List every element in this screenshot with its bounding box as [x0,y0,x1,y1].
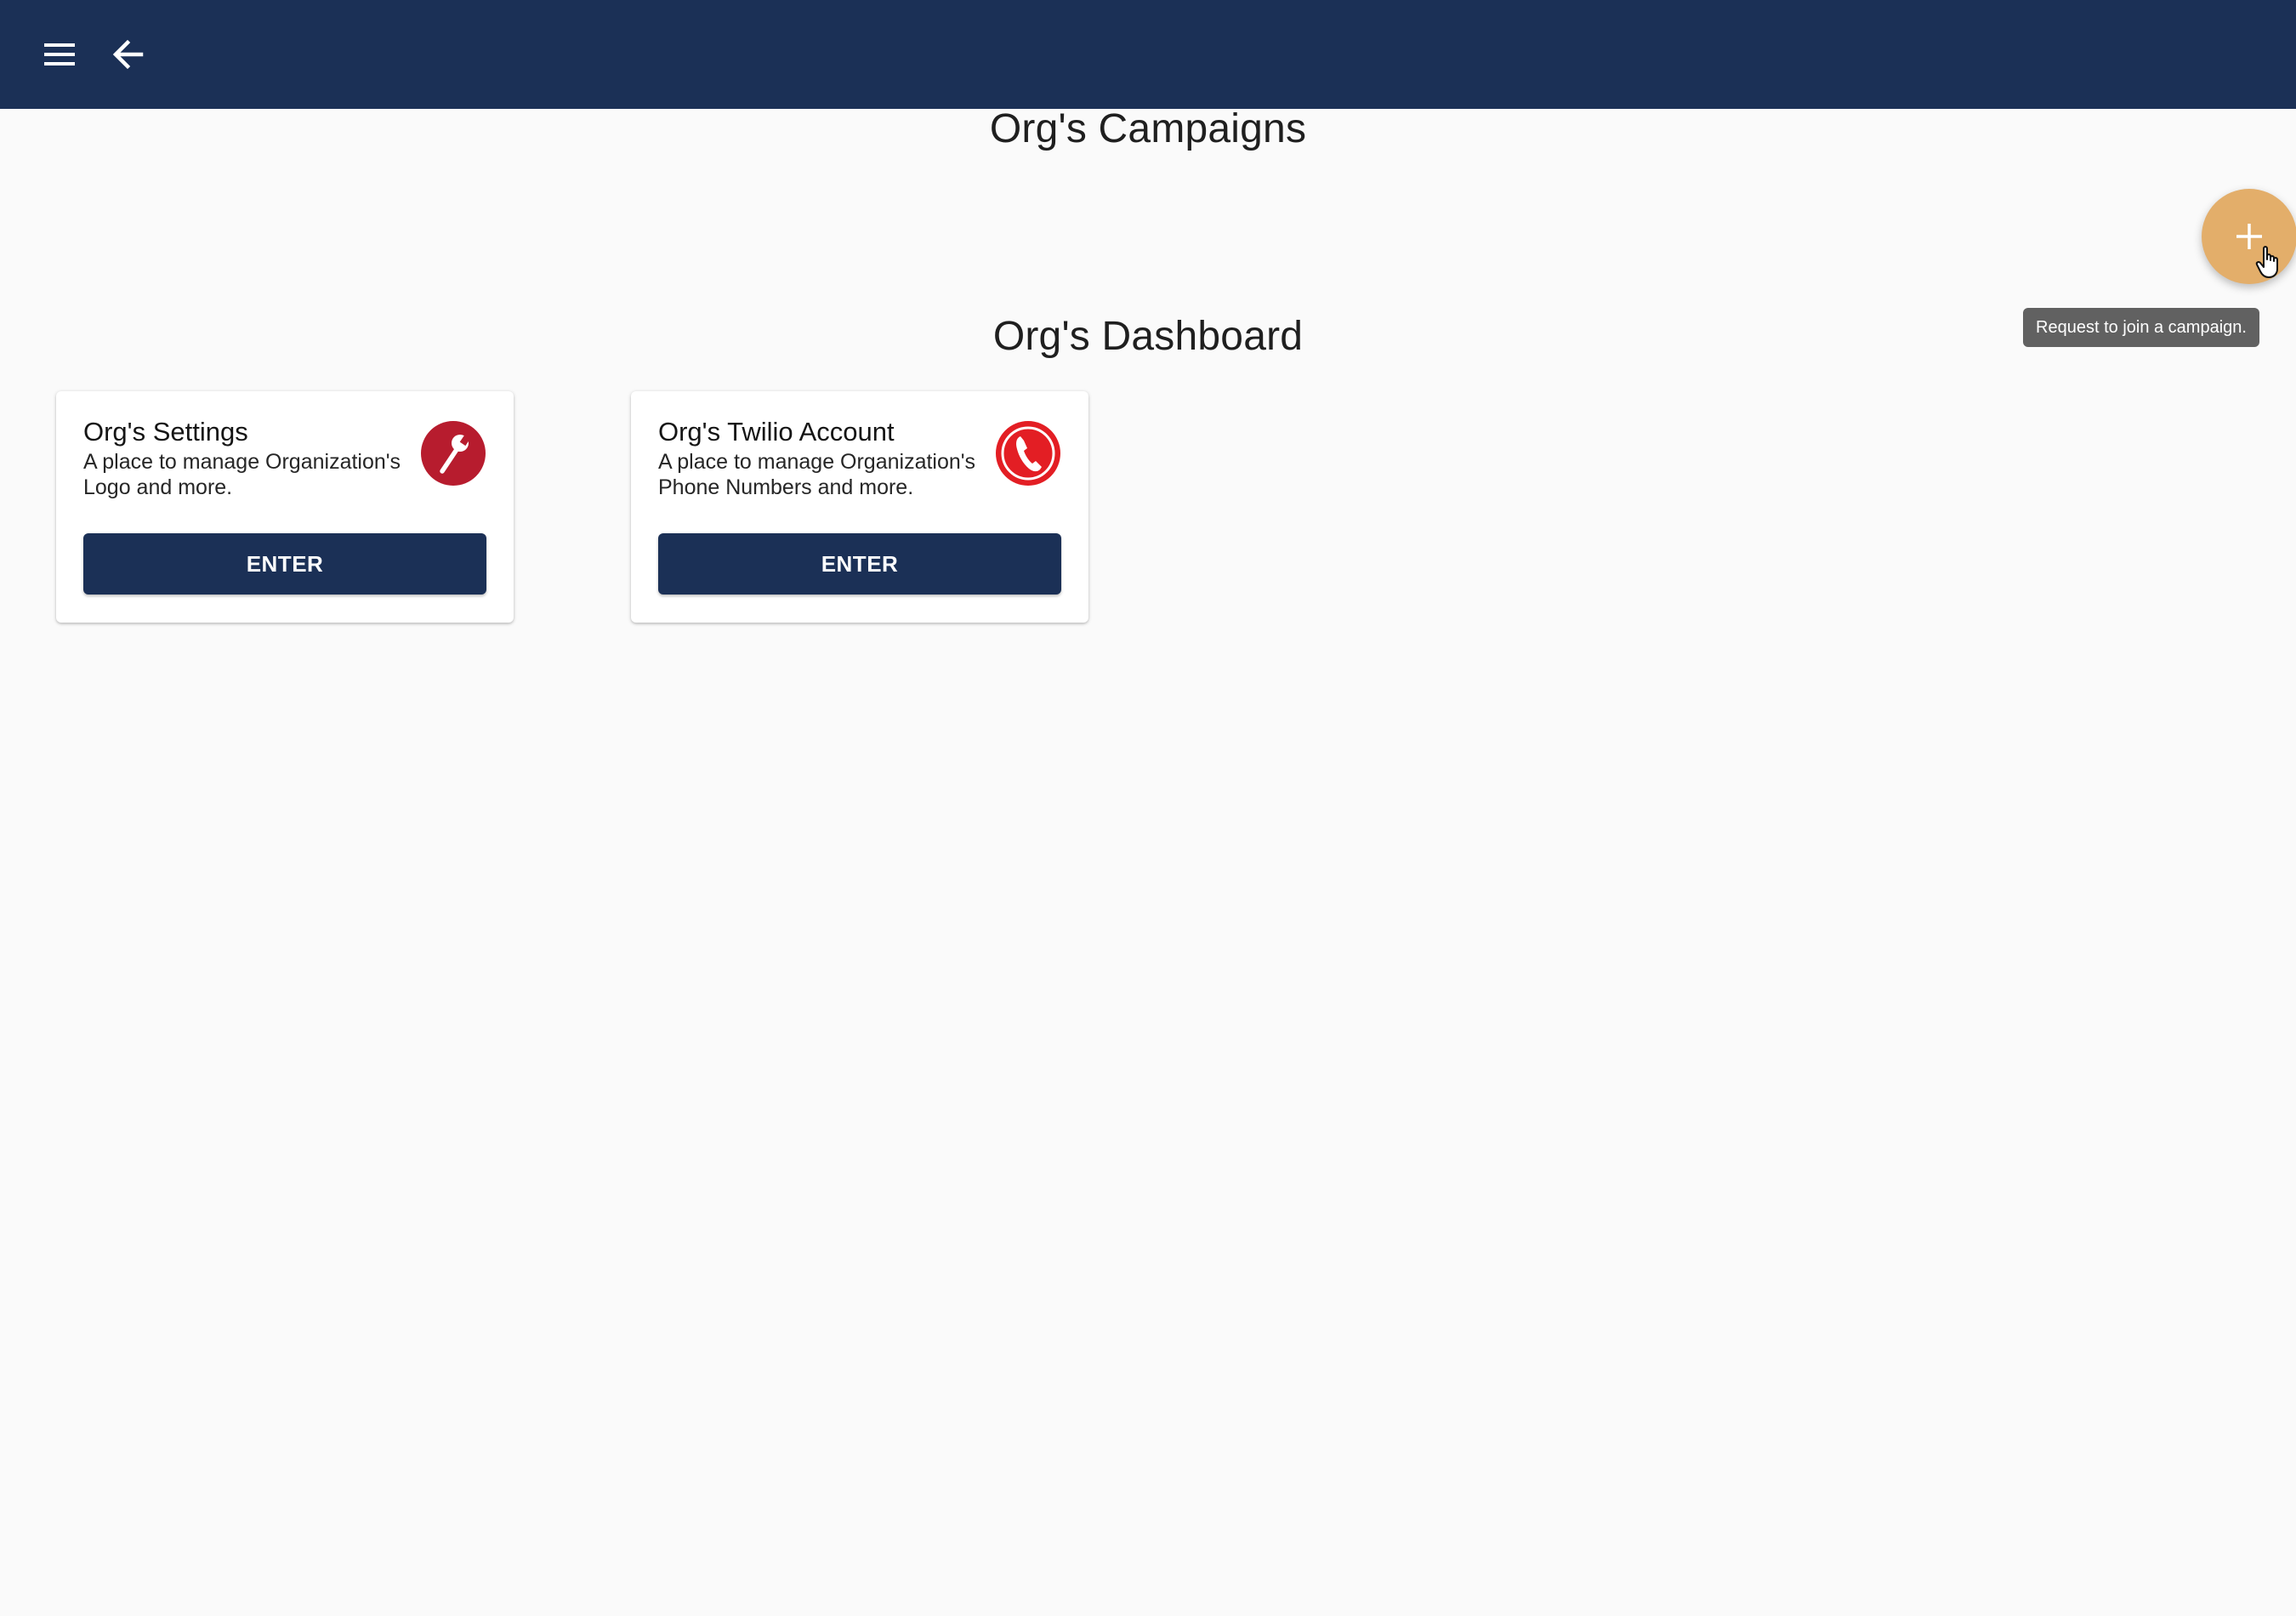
card-title: Org's Twilio Account [658,417,895,447]
hamburger-menu-icon [44,43,75,65]
card-title: Org's Settings [83,417,248,447]
card-description: A place to manage Organization's Logo an… [83,450,401,499]
back-button[interactable] [102,29,153,80]
arrow-left-icon [112,39,144,70]
wrench-icon [421,421,486,486]
card-description: A place to manage Organization's Phone N… [658,450,976,499]
campaigns-title: Org's Campaigns [989,106,1307,151]
dashboard-title: Org's Dashboard [992,314,1304,359]
twilio-card: Org's Twilio Account A place to manage O… [631,391,1088,623]
menu-button[interactable] [34,29,85,80]
twilio-enter-button[interactable]: ENTER [658,533,1061,595]
app-bar [0,0,2296,109]
settings-enter-button[interactable]: ENTER [83,533,486,595]
phone-icon [996,421,1060,486]
hand-pointer-cursor-icon [2255,246,2278,278]
settings-card: Org's Settings A place to manage Organiz… [56,391,514,623]
